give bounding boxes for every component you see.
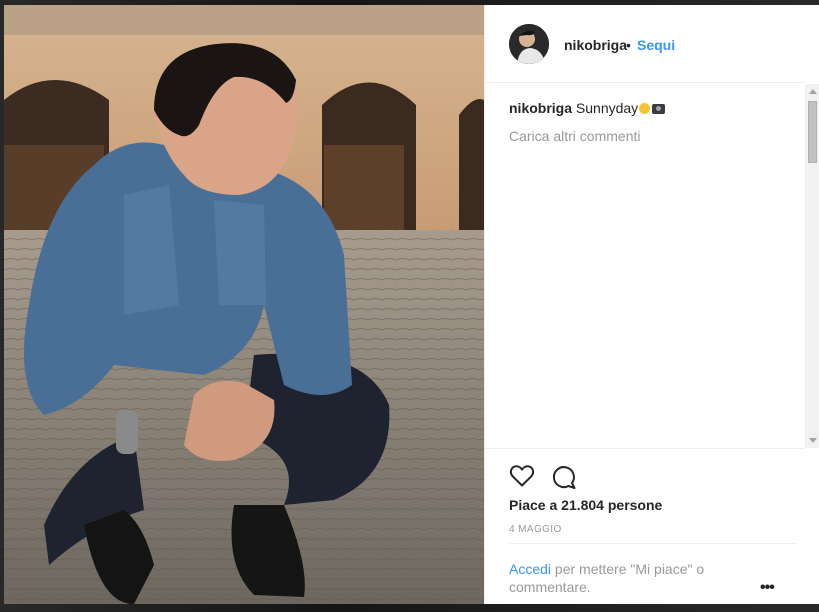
post-modal: nikobriga • Sequi nikobriga Sunnyday Car… xyxy=(4,5,819,604)
camera-emoji-icon xyxy=(652,104,666,114)
post-photo xyxy=(4,5,484,604)
login-prompt: Accedi per mettere "Mi piace" o commenta… xyxy=(509,543,797,595)
likes-count[interactable]: Piace a 21.804 persone xyxy=(509,497,662,513)
photo-illustration xyxy=(4,5,484,604)
like-button[interactable] xyxy=(509,464,535,493)
caption-text: Sunnyday xyxy=(575,100,639,116)
scroll-down-arrow-icon[interactable] xyxy=(809,438,817,443)
load-more-comments-link[interactable]: Carica altri commenti xyxy=(509,128,640,144)
header-separator: • xyxy=(626,37,631,53)
avatar[interactable] xyxy=(509,24,549,64)
follow-button[interactable]: Sequi xyxy=(637,37,675,53)
heart-outline-icon xyxy=(509,465,535,487)
comment-bubble-icon xyxy=(552,466,576,489)
post-date: 4 MAGGIO xyxy=(509,524,562,535)
post-side-panel: nikobriga • Sequi nikobriga Sunnyday Car… xyxy=(484,5,819,604)
comment-button[interactable] xyxy=(551,464,577,495)
scroll-up-arrow-icon[interactable] xyxy=(809,89,817,94)
sun-emoji-icon xyxy=(639,103,651,114)
login-prompt-text: Accedi per mettere "Mi piace" o commenta… xyxy=(509,560,759,596)
post-caption: nikobriga Sunnyday xyxy=(509,100,666,116)
scrollbar-thumb[interactable] xyxy=(808,101,817,163)
comments-area[interactable]: nikobriga Sunnyday Carica altri commenti xyxy=(485,84,805,448)
login-link[interactable]: Accedi xyxy=(509,561,551,577)
post-header: nikobriga • Sequi xyxy=(485,5,805,83)
post-actions: Piace a 21.804 persone 4 MAGGIO Accedi p… xyxy=(485,448,805,604)
more-options-icon[interactable]: ••• xyxy=(760,579,775,597)
caption-username[interactable]: nikobriga xyxy=(509,100,572,116)
header-username[interactable]: nikobriga xyxy=(564,37,627,53)
comments-scrollbar[interactable] xyxy=(805,84,819,448)
